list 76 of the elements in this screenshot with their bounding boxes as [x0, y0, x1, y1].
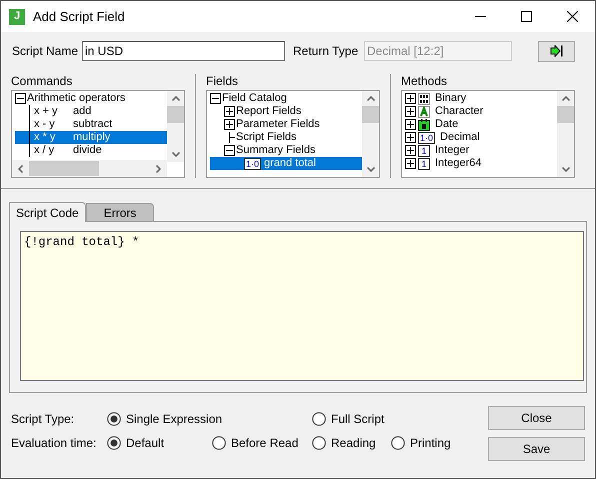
- collapse-icon[interactable]: [210, 93, 221, 104]
- tree-item[interactable]: Field Catalog: [222, 92, 287, 105]
- binary-icon: [418, 92, 430, 104]
- radio-button[interactable]: Full Script: [312, 410, 384, 428]
- script-name-field[interactable]: in USD: [82, 41, 285, 61]
- scroll-thumb[interactable]: [29, 161, 99, 176]
- expand-icon[interactable]: [224, 106, 235, 117]
- expand-icon[interactable]: [405, 106, 416, 117]
- vertical-scrollbar[interactable]: [362, 91, 379, 177]
- scroll-down-icon[interactable]: [366, 167, 374, 172]
- code-editor[interactable]: {!grand total} *: [20, 231, 584, 381]
- scroll-down-icon[interactable]: [562, 167, 570, 172]
- horizontal-scrollbar[interactable]: [12, 160, 167, 177]
- vertical-scrollbar[interactable]: [167, 91, 184, 162]
- scroll-thumb[interactable]: [167, 106, 184, 123]
- scroll-left-icon[interactable]: [18, 164, 23, 172]
- close-icon: [566, 11, 578, 22]
- character-icon: [418, 106, 430, 118]
- window-title: Add Script Field: [33, 8, 125, 26]
- collapse-icon[interactable]: [224, 145, 235, 156]
- scroll-down-icon[interactable]: [172, 152, 180, 157]
- tree-item[interactable]: Arithmetic operators: [27, 92, 126, 105]
- tree-item[interactable]: grand total: [264, 157, 316, 170]
- expand-icon[interactable]: [405, 119, 416, 130]
- field-label: Return Type: [293, 43, 360, 60]
- number-type-icon: 1: [418, 144, 430, 156]
- option-label: Evaluation time:: [11, 435, 98, 452]
- tree-item[interactable]: Report Fields: [236, 105, 302, 118]
- panel-label: Commands: [11, 74, 74, 88]
- app-logo: J: [9, 8, 25, 24]
- panel-label: Methods: [401, 74, 448, 88]
- tree-item[interactable]: Integer64: [435, 157, 482, 170]
- radio-button[interactable]: Printing: [391, 434, 451, 452]
- scroll-up-icon[interactable]: [366, 96, 374, 101]
- tree-item[interactable]: x / y divide: [15, 144, 167, 157]
- dialog-button[interactable]: Save: [488, 437, 585, 461]
- tree-item[interactable]: Script Fields: [236, 131, 297, 144]
- scroll-right-icon[interactable]: [156, 164, 161, 172]
- tree-item[interactable]: Integer: [435, 144, 470, 157]
- tab[interactable]: Errors: [86, 203, 154, 221]
- field-label: Script Name: [12, 43, 80, 60]
- radio-button[interactable]: Before Read: [212, 434, 298, 452]
- collapse-icon[interactable]: [15, 93, 26, 104]
- radio-button[interactable]: Default: [107, 434, 164, 452]
- tree-item[interactable]: x * y multiply: [15, 131, 167, 144]
- expand-icon[interactable]: [405, 158, 416, 169]
- tree-item[interactable]: x + y add: [15, 105, 167, 118]
- number-type-icon: 1·0: [418, 132, 436, 144]
- tree-item[interactable]: Decimal: [440, 131, 480, 144]
- dialog-button[interactable]: Close: [488, 406, 585, 430]
- scroll-thumb[interactable]: [362, 106, 379, 123]
- radio-button[interactable]: Single Expression: [107, 410, 222, 428]
- expand-icon[interactable]: [405, 132, 416, 143]
- scroll-thumb[interactable]: [557, 106, 574, 123]
- tab[interactable]: Script Code: [9, 202, 86, 222]
- insert-arrow-icon: [550, 45, 563, 57]
- scroll-up-icon[interactable]: [172, 96, 180, 101]
- expand-icon[interactable]: [224, 119, 235, 130]
- tree-item[interactable]: Binary: [435, 92, 466, 105]
- tree-item[interactable]: Summary Fields: [236, 144, 316, 157]
- option-label: Script Type:: [11, 411, 76, 428]
- expand-icon[interactable]: [405, 93, 416, 104]
- panel-label: Fields: [206, 74, 240, 88]
- minimize-icon: [474, 16, 486, 17]
- calendar-icon: [418, 118, 430, 130]
- scroll-up-icon[interactable]: [562, 96, 570, 101]
- radio-button[interactable]: Reading: [312, 434, 376, 452]
- number-type-icon: 1: [418, 158, 430, 170]
- tree-item[interactable]: Character: [435, 105, 484, 118]
- vertical-scrollbar[interactable]: [557, 91, 574, 177]
- insert-button[interactable]: [538, 40, 575, 62]
- maximize-icon: [520, 11, 532, 22]
- expand-icon[interactable]: [405, 145, 416, 156]
- tree-item[interactable]: Date: [435, 118, 458, 131]
- tree-item[interactable]: Parameter Fields: [236, 118, 320, 131]
- number-type-icon: 1·0: [244, 158, 262, 170]
